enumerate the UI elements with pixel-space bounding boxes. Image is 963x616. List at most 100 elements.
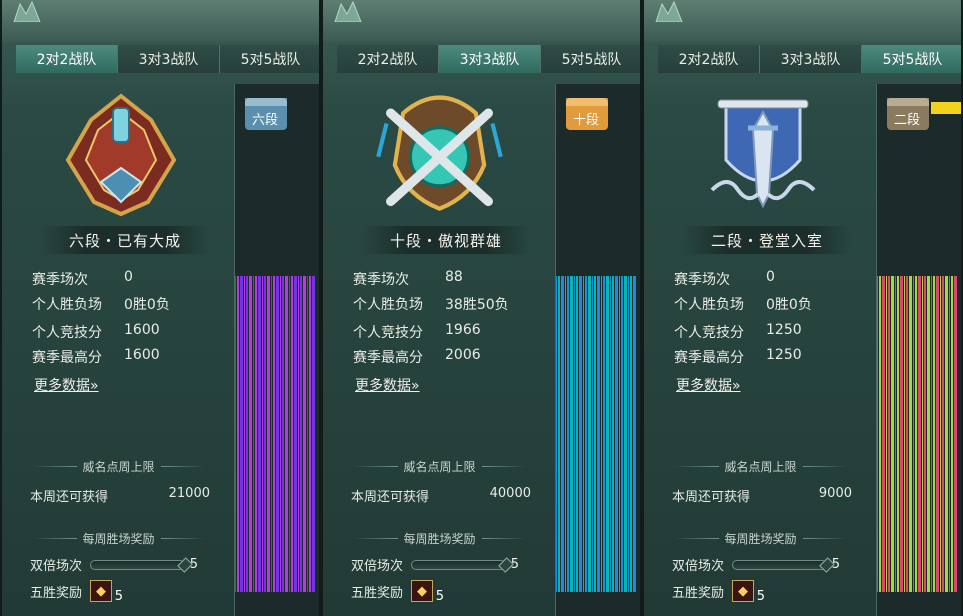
glitch-stripe: [624, 276, 627, 592]
tab-2v2[interactable]: 2对2战队: [16, 45, 118, 73]
rank-progress-rect: [931, 102, 961, 114]
tab-5v5[interactable]: 5对5战队: [862, 45, 961, 73]
more-data-link[interactable]: 更多数据»: [34, 375, 99, 395]
tab-5v5[interactable]: 5对5战队: [541, 45, 640, 73]
glitch-stripe: [909, 276, 912, 592]
glitch-stripe: [237, 276, 239, 592]
stat-season-matches: 赛季场次 88: [353, 269, 463, 289]
glitch-stripe: [312, 276, 315, 592]
five-win-label: 五胜奖励: [351, 585, 404, 601]
glitch-stripe: [951, 276, 953, 592]
glitch-stripe: [289, 276, 290, 592]
more-data-link[interactable]: 更多数据»: [676, 375, 741, 395]
stats-area: 六段・已有大成 赛季场次 0 个人胜负场 0胜0负 个人竞技分 1600 赛季最高分 1…: [16, 74, 234, 616]
crossed-swords-shield-icon: [376, 95, 503, 211]
glitch-stripe: [610, 276, 611, 592]
reward-item-icon[interactable]: ◆ 5: [90, 580, 123, 604]
glitch-stripe: [244, 276, 245, 592]
weekly-cap-header: 威名点周上限: [347, 458, 532, 474]
banner-sword-icon: [710, 99, 816, 209]
rank-progress-fill: [289, 102, 321, 114]
tab-3v3[interactable]: 3对3战队: [760, 45, 862, 73]
glitch-stripe: [630, 276, 632, 592]
glitch-stripe: [913, 276, 914, 592]
glitch-stripe: [255, 276, 257, 592]
stat-value: 1600: [124, 322, 160, 338]
stat-label: 个人竞技分: [353, 325, 423, 341]
stat-label: 赛季场次: [353, 272, 409, 288]
crest-icon: [655, 0, 683, 22]
five-win-label: 五胜奖励: [672, 585, 725, 601]
chest-icon[interactable]: [564, 92, 610, 132]
glitch-stripe: [282, 276, 284, 592]
stat-label: 个人胜负场: [32, 297, 102, 313]
chest-icon[interactable]: [243, 92, 289, 132]
stat-label: 赛季最高分: [353, 350, 423, 366]
tab-3v3[interactable]: 3对3战队: [118, 45, 220, 73]
stat-label: 赛季场次: [32, 272, 88, 288]
weekly-remaining-row: 本周还可获得 9000: [672, 486, 852, 505]
stat-value: 0: [124, 269, 133, 285]
glitch-stripe: [576, 276, 578, 592]
tab-3v3[interactable]: 3对3战队: [439, 45, 541, 73]
reward-item-icon[interactable]: ◆ 5: [732, 580, 765, 604]
glitch-stripe: [592, 276, 593, 592]
glitch-stripe: [886, 276, 887, 592]
glitch-stripe: [936, 276, 939, 592]
stat-value: 88: [445, 269, 463, 285]
stat-label: 个人竞技分: [674, 325, 744, 341]
glitch-stripe: [621, 276, 623, 592]
tab-5v5[interactable]: 5对5战队: [220, 45, 319, 73]
glitch-stripe: [882, 276, 885, 592]
glitch-stripe: [271, 276, 272, 592]
glitch-stripe: [285, 276, 288, 592]
stat-value: 38胜50负: [445, 297, 509, 313]
team-panel-2: 2对2战队 3对3战队 5对5战队 十段・傲视群雄 赛季场次 88 个人胜负场 38…: [321, 0, 642, 616]
stat-value: 2006: [445, 347, 481, 363]
rank-progress-rect: [289, 102, 321, 114]
glitch-stripe: [240, 276, 243, 592]
weekly-win-reward-header: 每周胜场奖励: [26, 530, 211, 546]
double-count: 5: [831, 556, 841, 572]
team-size-tabs: 2对2战队 3对3战队 5对5战队: [337, 45, 640, 73]
glitch-stripe: [246, 276, 248, 592]
glitch-stripe: [561, 276, 564, 592]
glitch-stripe: [918, 276, 921, 592]
glitch-stripe: [900, 276, 903, 592]
weekly-cap-header: 威名点周上限: [668, 458, 853, 474]
stat-label: 赛季最高分: [32, 350, 102, 366]
glitch-stripe: [933, 276, 935, 592]
chest-icon[interactable]: [885, 92, 931, 132]
glitch-stripe: [603, 276, 605, 592]
glitch-stripe: [940, 276, 941, 592]
stat-label: 赛季场次: [674, 272, 730, 288]
glitch-stripe: [258, 276, 261, 592]
glitch-stripe: [619, 276, 620, 592]
reward-item-icon[interactable]: ◆ 5: [411, 580, 444, 604]
tab-2v2[interactable]: 2对2战队: [658, 45, 760, 73]
stats-area: 二段・登堂入室 赛季场次 0 个人胜负场 0胜0负 个人竞技分 1250 赛季最高分 1…: [658, 74, 876, 616]
team-size-tabs: 2对2战队 3对3战队 5对5战队: [16, 45, 319, 73]
stat-season-matches: 赛季场次 0: [32, 269, 133, 289]
glitch-stripe: [235, 276, 236, 592]
glitch-stripe: [895, 276, 896, 592]
weekly-win-reward-header: 每周胜场奖励: [347, 530, 532, 546]
red-gold-crest-icon: [65, 93, 177, 217]
rank-progress-area: 十段: [555, 84, 642, 616]
weekly-remaining-label: 本周还可获得: [351, 490, 430, 505]
rank-progress-fill: [610, 102, 642, 114]
tab-2v2[interactable]: 2对2战队: [337, 45, 439, 73]
glitch-stripe: [276, 276, 279, 592]
glitch-stripe: [945, 276, 948, 592]
glitch-stripe: [583, 276, 584, 592]
weekly-remaining-label: 本周还可获得: [30, 490, 109, 505]
double-matches-label: 双倍场次: [351, 559, 404, 574]
reward-count: 5: [756, 589, 766, 604]
crest-icon: [13, 0, 41, 22]
glitch-stripe: [262, 276, 263, 592]
panel-header: [323, 0, 640, 42]
more-data-link[interactable]: 更多数据»: [355, 375, 420, 395]
glitch-stripes: [877, 276, 957, 592]
glitch-stripe: [597, 276, 600, 592]
double-count: 5: [510, 556, 520, 572]
